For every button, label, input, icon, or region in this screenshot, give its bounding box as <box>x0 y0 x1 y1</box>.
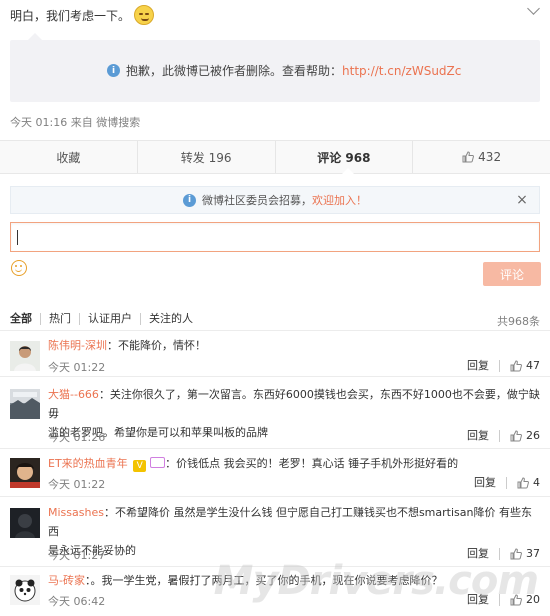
thumbs-up-icon <box>510 547 522 560</box>
post-meta: 今天 01:16 来自 微博搜索 <box>10 116 141 129</box>
reply-button[interactable]: 回复 <box>467 359 500 372</box>
like-button[interactable]: 432 <box>413 141 550 173</box>
comment-body: ：。我一学生党，暑假打了两月工，买了你的手机，现在你说要考虑降价？ <box>84 574 443 587</box>
comment-like-count: 37 <box>526 547 540 560</box>
comment-actions: 回复 4 <box>474 476 540 489</box>
favorite-button[interactable]: 收藏 <box>0 141 138 173</box>
deleted-original-box: i 抱歉，此微博已被作者删除。查看帮助： http://t.cn/zWSudZc <box>10 40 540 102</box>
repost-label: 转发 196 <box>180 150 232 165</box>
comment-time: 今天 01:22 <box>48 478 106 491</box>
recruit-text: 微博社区委员会招募， <box>202 194 312 207</box>
comment-like-button[interactable]: 4 <box>517 476 540 489</box>
comment-author[interactable]: 陈伟明-深圳 <box>48 339 107 352</box>
comment-author[interactable]: 大猫--666 <box>48 388 99 401</box>
comment-body: ：关注你很久了，第一次留言。东西好6000摸钱也会买，东西不好1000也不会要，… <box>48 388 540 420</box>
thumbs-up-icon <box>510 593 522 606</box>
comment-item: Missashes：不希望降价 虽然是学生没什么钱 但宁愿自己打工赚钱买也不想s… <box>0 496 550 566</box>
filter-verified[interactable]: 认证用户 <box>80 313 141 325</box>
comment-text: 陈伟明-深圳：不能降价，情怀！ <box>48 336 206 355</box>
panel-pointer <box>341 168 355 175</box>
comment-text: 马-砖家：。我一学生党，暑假打了两月工，买了你的手机，现在你说要考虑降价？ <box>48 571 442 590</box>
comment-actions: 回复 37 <box>467 547 540 560</box>
comment-label: 评论 968 <box>317 150 371 165</box>
help-link[interactable]: http://t.cn/zWSudZc <box>342 64 461 78</box>
deleted-notice-text: 抱歉，此微博已被作者删除。查看帮助： <box>126 64 343 78</box>
emoji-picker-icon[interactable] <box>11 260 27 276</box>
post-text-line: 明白，我们考虑一下。 <box>10 5 155 25</box>
chevron-down-icon[interactable] <box>527 2 540 15</box>
avatar[interactable] <box>10 458 40 488</box>
like-count: 432 <box>478 150 502 164</box>
comment-input[interactable] <box>10 222 540 252</box>
comment-like-button[interactable]: 20 <box>510 593 540 606</box>
comment-filter-tabs: 全部 热门 认证用户 关注的人 <box>10 313 201 325</box>
info-icon: i <box>107 64 120 77</box>
comment-actions: 回复 20 <box>467 593 540 606</box>
total-comment-count: 共968条 <box>497 315 540 328</box>
reply-button[interactable]: 回复 <box>467 547 500 560</box>
thumbs-up-icon <box>517 476 529 489</box>
comment-like-count: 20 <box>526 593 540 606</box>
comment-item: 马-砖家：。我一学生党，暑假打了两月工，买了你的手机，现在你说要考虑降价？ 今天… <box>0 566 550 616</box>
comment-text: ET来的热血青年 V ：价钱低点 我会买的！老罗！真心话 锤子手机外形挺好看的 <box>48 454 458 473</box>
close-icon[interactable]: × <box>515 193 529 207</box>
repost-button[interactable]: 转发 196 <box>138 141 276 173</box>
thumbs-up-icon <box>510 359 522 372</box>
deleted-box-notch <box>28 33 42 40</box>
avatar[interactable] <box>10 508 40 538</box>
submit-comment-button[interactable]: 评论 <box>483 262 541 286</box>
smile-emoji-icon <box>134 5 155 25</box>
reply-button[interactable]: 回复 <box>467 429 500 442</box>
thumbs-up-icon <box>462 151 475 163</box>
comment-author[interactable]: ET来的热血青年 <box>48 457 128 470</box>
verified-badge-icon: V <box>133 460 147 472</box>
reply-button[interactable]: 回复 <box>467 593 500 606</box>
avatar[interactable] <box>10 341 40 371</box>
post-text: 明白，我们考虑一下。 <box>10 8 131 23</box>
comment-item: ET来的热血青年 V ：价钱低点 我会买的！老罗！真心话 锤子手机外形挺好看的 今… <box>0 448 550 496</box>
reply-button[interactable]: 回复 <box>474 476 507 489</box>
comment-author[interactable]: 马-砖家 <box>48 574 85 587</box>
comment-like-count: 26 <box>526 429 540 442</box>
comment-time: 今天 06:42 <box>48 595 106 608</box>
comment-time: 今天 01:22 <box>48 361 106 374</box>
comment-body: ：不能降价，情怀！ <box>106 339 206 352</box>
comment-like-button[interactable]: 37 <box>510 547 540 560</box>
avatar[interactable] <box>10 389 40 419</box>
filter-following[interactable]: 关注的人 <box>141 313 201 325</box>
comment-time: 今天 01:26 <box>48 431 106 444</box>
comment-like-button[interactable]: 47 <box>510 359 540 372</box>
tv-badge-icon <box>150 457 166 468</box>
comment-item: 陈伟明-深圳：不能降价，情怀！ 今天 01:22 回复 47 <box>0 330 550 376</box>
comment-actions: 回复 47 <box>467 359 540 372</box>
recruit-link[interactable]: 欢迎加入！ <box>312 192 367 208</box>
comment-like-count: 4 <box>533 476 540 489</box>
favorite-label: 收藏 <box>56 150 81 165</box>
avatar[interactable] <box>10 575 40 605</box>
comment-like-count: 47 <box>526 359 540 372</box>
filter-hot[interactable]: 热门 <box>41 313 80 325</box>
post-action-bar: 收藏 转发 196 评论 968 432 <box>0 140 550 174</box>
comment-body: ：价钱低点 我会买的！老罗！真心话 锤子手机外形挺好看的 <box>165 457 459 470</box>
comment-actions: 回复 26 <box>467 429 540 442</box>
comment-item: 大猫--666：关注你很久了，第一次留言。东西好6000摸钱也会买，东西不好10… <box>0 376 550 448</box>
recruit-banner: i 微博社区委员会招募， 欢迎加入！ × <box>10 186 540 214</box>
info-icon: i <box>183 193 196 207</box>
filter-all[interactable]: 全部 <box>10 313 41 325</box>
comment-time: 今天 01:27 <box>48 549 106 562</box>
comment-body: ：不希望降价 虽然是学生没什么钱 但宁愿自己打工赚钱买也不想smartisan降… <box>48 506 532 538</box>
text-caret <box>17 230 18 245</box>
deleted-notice: i 抱歉，此微博已被作者删除。查看帮助： http://t.cn/zWSudZc <box>107 62 461 79</box>
thumbs-up-icon <box>510 429 522 442</box>
comment-like-button[interactable]: 26 <box>510 429 540 442</box>
comment-author[interactable]: Missashes <box>48 506 104 519</box>
